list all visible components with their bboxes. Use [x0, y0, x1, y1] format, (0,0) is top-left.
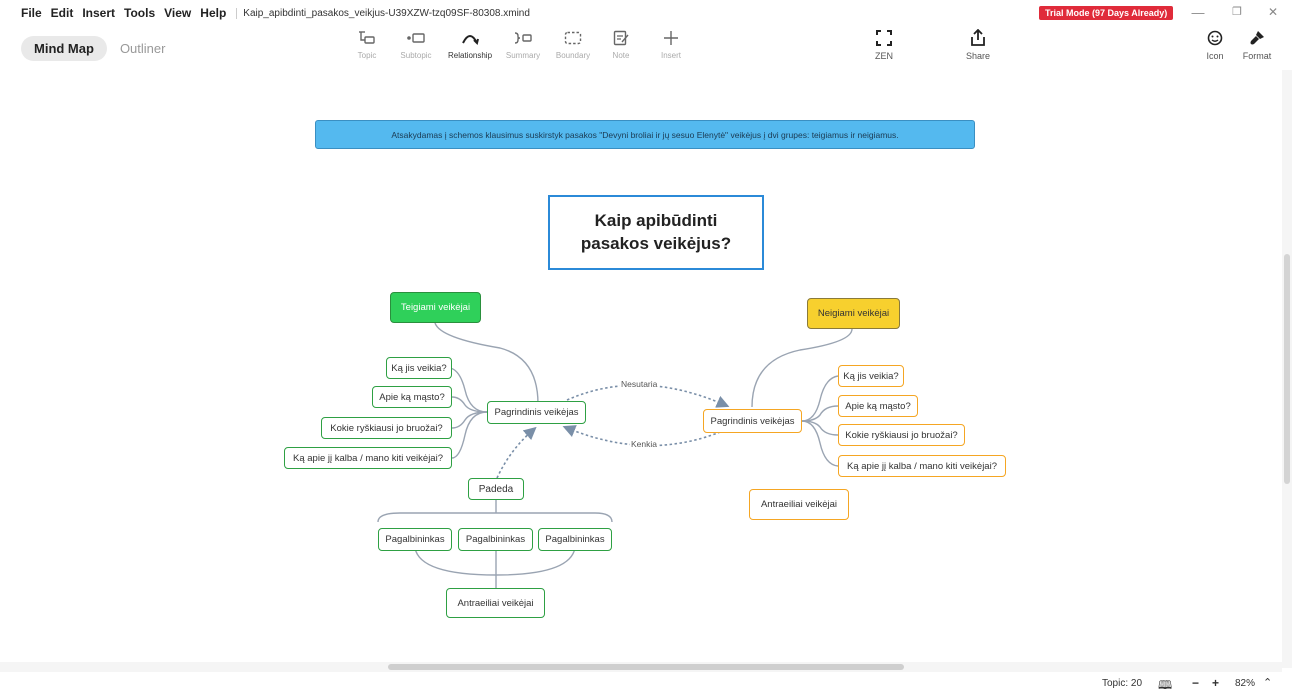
topic-label: Topic: [357, 51, 377, 60]
relationship-label-nesutaria[interactable]: Nesutaria: [620, 379, 659, 389]
line-neigiami-main: [751, 328, 853, 408]
relationship-tool[interactable]: Relationship: [444, 27, 496, 60]
line-right-q3: [801, 420, 839, 436]
icon-label: Icon: [1206, 51, 1224, 61]
map-outline-icon[interactable]: 🕮: [1158, 676, 1172, 693]
menu-view[interactable]: View: [164, 6, 191, 20]
summary-tool[interactable]: Summary: [497, 27, 549, 60]
right-secondary-topic[interactable]: Antraeiliai veikėjai: [749, 489, 849, 520]
zen-icon: [864, 27, 904, 49]
boundary-icon: [547, 27, 599, 49]
connector-lines: [377, 322, 853, 590]
trial-mode-badge[interactable]: Trial Mode (97 Days Already): [1039, 6, 1174, 20]
tab-mind-map[interactable]: Mind Map: [21, 35, 107, 61]
close-button[interactable]: ✕: [1263, 5, 1283, 19]
line-helpers-arc: [414, 547, 576, 576]
menu-file[interactable]: File: [21, 6, 42, 20]
relationship-icon: [444, 27, 496, 49]
line-right-q2: [801, 405, 839, 422]
note-icon: [595, 27, 647, 49]
boundary-tool[interactable]: Boundary: [547, 27, 599, 60]
left-question-2[interactable]: Apie ką mąsto?: [372, 386, 452, 408]
line-left-q4: [451, 411, 488, 459]
left-main-character-topic[interactable]: Pagrindinis veikėjas: [487, 401, 586, 424]
format-panel-button[interactable]: Format: [1237, 27, 1277, 61]
share-label: Share: [965, 51, 991, 61]
right-main-character-topic[interactable]: Pagrindinis veikėjas: [703, 409, 802, 433]
right-question-4[interactable]: Ką apie jį kalba / mano kiti veikėjai?: [838, 455, 1006, 477]
topic-icon: [341, 27, 393, 49]
plus-icon: [645, 27, 697, 49]
helper-topic-2[interactable]: Pagalbininkas: [458, 528, 533, 551]
line-left-q2: [451, 396, 488, 413]
file-title: Kaip_apibdinti_pasakos_veikjus-U39XZW-tz…: [236, 7, 530, 19]
right-question-1[interactable]: Ką jis veikia?: [838, 365, 904, 387]
vertical-scrollbar[interactable]: [1282, 70, 1292, 668]
central-topic[interactable]: Kaip apibūdinti pasakos veikėjus?: [548, 195, 764, 270]
horizontal-scroll-thumb[interactable]: [388, 664, 904, 670]
central-topic-line1: Kaip apibūdinti: [594, 211, 718, 231]
central-topic-line2: pasakos veikėjus?: [580, 233, 732, 253]
summary-label: Summary: [505, 51, 541, 60]
vertical-scroll-thumb[interactable]: [1284, 254, 1290, 484]
padeda-topic[interactable]: Padeda: [468, 478, 524, 500]
menu-edit[interactable]: Edit: [51, 6, 74, 20]
menu-tools[interactable]: Tools: [124, 6, 155, 20]
boundary-label: Boundary: [555, 51, 591, 60]
icon-panel-button[interactable]: Icon: [1195, 27, 1235, 61]
left-question-1[interactable]: Ką jis veikia?: [386, 357, 452, 379]
note-label: Note: [612, 51, 630, 60]
left-question-3[interactable]: Kokie ryškiausi jo bruožai?: [321, 417, 452, 439]
mind-map-canvas[interactable]: Atsakydamas į schemos klausimus suskirst…: [0, 70, 1282, 662]
zoom-level: 82%: [1235, 678, 1256, 689]
insert-label: Insert: [660, 51, 681, 60]
zoom-in-button[interactable]: +: [1212, 676, 1219, 690]
paintbrush-icon: [1237, 27, 1277, 49]
tab-outliner[interactable]: Outliner: [107, 36, 179, 61]
line-left-q1: [449, 367, 488, 413]
line-padeda-bracket: [377, 512, 613, 523]
helper-topic-1[interactable]: Pagalbininkas: [378, 528, 452, 551]
smiley-icon: [1195, 27, 1235, 49]
view-toggle: Mind Map Outliner: [21, 35, 178, 61]
zoom-out-button[interactable]: −: [1192, 676, 1199, 690]
neigiami-topic[interactable]: Neigiami veikėjai: [807, 298, 900, 329]
summary-icon: [497, 27, 549, 49]
subtopic-label: Subtopic: [400, 51, 432, 60]
left-secondary-topic[interactable]: Antraeiliai veikėjai: [446, 588, 545, 618]
right-question-2[interactable]: Apie ką mąsto?: [838, 395, 918, 417]
relationship-label-kenkia[interactable]: Kenkia: [630, 439, 658, 449]
restore-button[interactable]: ❐: [1227, 5, 1247, 18]
note-tool[interactable]: Note: [595, 27, 647, 60]
format-label: Format: [1242, 51, 1272, 61]
menu-insert[interactable]: Insert: [82, 6, 115, 20]
relationship-label: Relationship: [447, 51, 493, 60]
relationship-padeda: [496, 426, 537, 479]
helper-topic-3[interactable]: Pagalbininkas: [538, 528, 612, 551]
line-left-q3: [451, 411, 488, 429]
zoom-stepper-icon[interactable]: ⌃: [1263, 676, 1272, 689]
xmind-window: File Edit Insert Tools View Help Kaip_ap…: [0, 0, 1292, 693]
menu-help[interactable]: Help: [200, 6, 226, 20]
horizontal-scrollbar[interactable]: [0, 662, 1282, 672]
zen-label: ZEN: [875, 51, 893, 61]
share-icon: [958, 27, 998, 49]
subtopic-tool[interactable]: Subtopic: [390, 27, 442, 60]
zen-button[interactable]: ZEN: [864, 27, 904, 61]
topic-count: Topic: 20: [1102, 678, 1143, 689]
left-question-4[interactable]: Ką apie jį kalba / mano kiti veikėjai?: [284, 447, 452, 469]
right-question-3[interactable]: Kokie ryškiausi jo bruožai?: [838, 424, 965, 446]
share-button[interactable]: Share: [958, 27, 998, 61]
subtopic-icon: [390, 27, 442, 49]
instruction-topic[interactable]: Atsakydamas į schemos klausimus suskirst…: [315, 120, 975, 149]
insert-tool[interactable]: Insert: [645, 27, 697, 60]
minimize-button[interactable]: —: [1188, 5, 1208, 20]
status-bar: Topic: 20 🕮 − + 82% ⌃: [0, 674, 1292, 693]
topic-tool[interactable]: Topic: [341, 27, 393, 60]
teigiami-topic[interactable]: Teigiami veikėjai: [390, 292, 481, 323]
